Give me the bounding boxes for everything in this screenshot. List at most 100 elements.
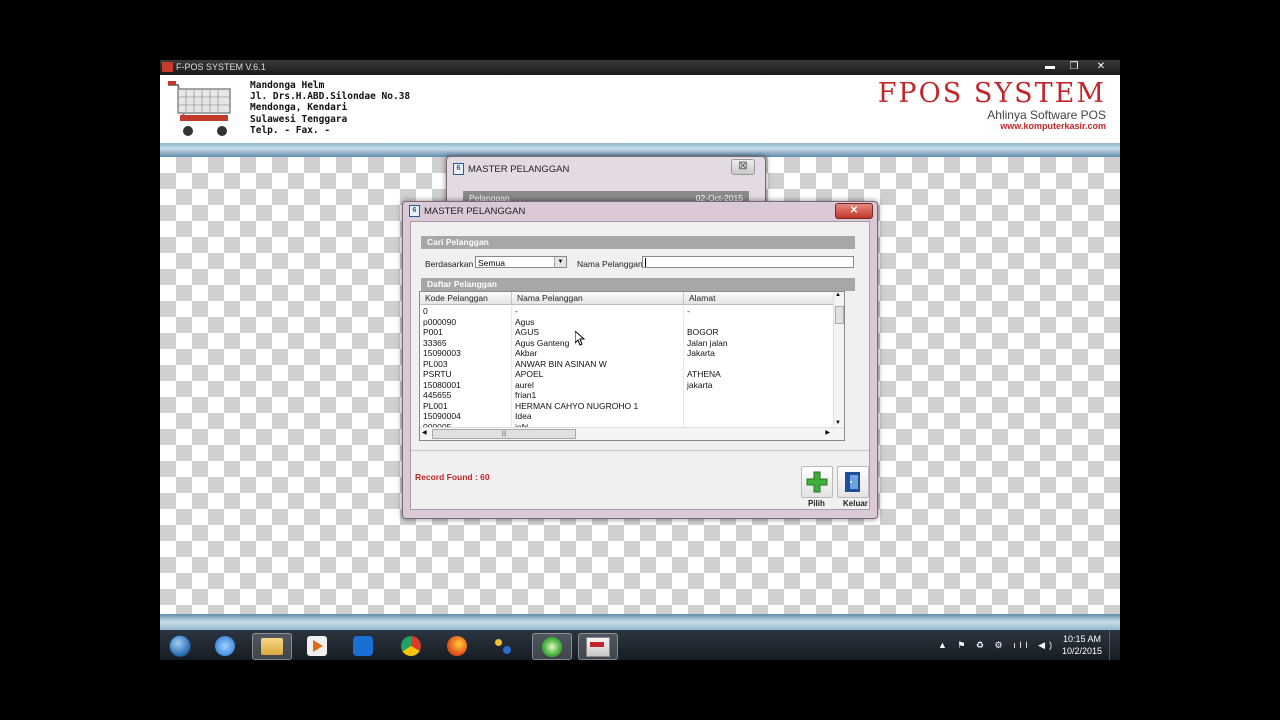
plus-icon — [806, 471, 828, 493]
maximize-button[interactable]: ❐ — [1062, 60, 1086, 73]
company-name: Mandonga Helm — [250, 80, 325, 91]
app-icon: 6 — [453, 163, 464, 175]
cell-name: Agus — [512, 316, 684, 327]
cell-name: Idea — [512, 411, 684, 422]
header-stripe — [160, 143, 1120, 157]
chrome-icon — [401, 635, 421, 656]
start-button[interactable] — [160, 633, 200, 658]
table-row[interactable]: PL001 HERMAN CAHYO NUGROHO 1 — [420, 400, 834, 411]
pick-label: Pilih — [808, 499, 825, 508]
scroll-right-icon[interactable]: ▶ — [825, 429, 830, 436]
horizontal-scrollbar[interactable]: ◀ ||| ▶ — [420, 427, 844, 440]
name-search-input[interactable] — [642, 256, 854, 268]
taskbar-fpos-button[interactable] — [578, 633, 618, 660]
exit-button[interactable] — [837, 466, 869, 498]
column-header-address[interactable]: Alamat — [684, 292, 834, 304]
table-row[interactable]: 15090003 Akbar Jakarta — [420, 348, 834, 359]
taskbar-explorer-button[interactable] — [252, 633, 292, 660]
by-label: Berdasarkan — [425, 259, 474, 269]
table-row[interactable]: 445655 frian1 — [420, 390, 834, 401]
back-dialog-title: MASTER PELANGGAN — [468, 163, 570, 175]
cell-code: 0 — [420, 306, 512, 317]
cell-code: p000090 — [420, 316, 512, 327]
table-row[interactable]: 33365 Agus Ganteng Jalan jalan — [420, 337, 834, 348]
back-dialog-close-button[interactable]: ☒ — [731, 159, 755, 175]
taskbar-green-app-button[interactable] — [532, 633, 572, 660]
brand-block: FPOS SYSTEM Ahlinya Software POS www.kom… — [877, 78, 1106, 132]
pick-button[interactable] — [801, 466, 833, 498]
teamviewer-icon — [353, 635, 373, 656]
search-section-header: Cari Pelanggan — [421, 236, 855, 249]
brand-url: www.komputerkasir.com — [1000, 121, 1106, 131]
exit-label: Keluar — [843, 499, 868, 508]
company-province: Sulawesi Tenggara — [250, 113, 348, 125]
close-button[interactable]: ✕ — [1088, 60, 1114, 73]
minimize-button[interactable]: ▬ — [1038, 60, 1062, 73]
cell-address — [684, 316, 834, 327]
dialog-title-bar: 6 MASTER PELANGGAN — [409, 205, 525, 217]
table-row[interactable]: 0-- — [420, 306, 834, 317]
chevron-down-icon[interactable]: ▼ — [554, 257, 566, 267]
cell-address: BOGOR — [684, 327, 834, 338]
taskbar-chrome-button[interactable] — [392, 633, 430, 658]
cell-code: 15090003 — [420, 348, 512, 359]
fpos-app-icon — [586, 636, 610, 657]
cell-name: AGUS — [512, 327, 684, 338]
cell-name: HERMAN CAHYO NUGROHO 1 — [512, 400, 684, 411]
list-section-header: Daftar Pelanggan — [421, 278, 855, 291]
clock-date: 10/2/2015 — [1061, 646, 1102, 656]
dialog-title: MASTER PELANGGAN — [424, 205, 526, 217]
shopping-cart-logo-icon — [168, 81, 231, 136]
cell-code: PL003 — [420, 358, 512, 369]
brand-name: FPOS SYSTEM — [877, 78, 1106, 109]
system-tray-icons[interactable]: ▲ ⚑ ♻ ⚙ ıll ◀) — [938, 640, 1056, 651]
table-row[interactable]: P001 AGUS BOGOR — [420, 327, 834, 338]
column-header-code[interactable]: Kode Pelanggan — [420, 292, 512, 304]
table-row[interactable]: p000090 Agus — [420, 316, 834, 327]
taskbar-teamviewer-button[interactable] — [344, 633, 382, 658]
column-header-name[interactable]: Nama Pelanggan — [512, 292, 684, 304]
customer-table[interactable]: Kode Pelanggan Nama Pelanggan Alamat 0--… — [419, 291, 845, 441]
cell-code: 33365 — [420, 337, 512, 348]
master-pelanggan-dialog[interactable]: 6 MASTER PELANGGAN ✕ Cari Pelanggan Berd… — [402, 201, 878, 519]
cell-code: 445655 — [420, 390, 512, 401]
taskbar-app-button[interactable] — [484, 633, 522, 658]
horizontal-scroll-thumb[interactable]: ||| — [432, 429, 576, 439]
cell-code: 15090004 — [420, 411, 512, 422]
scroll-left-icon[interactable]: ◀ — [422, 429, 427, 436]
green-app-icon — [542, 636, 562, 657]
vertical-scroll-thumb[interactable] — [835, 306, 844, 324]
cell-name: aurel — [512, 379, 684, 390]
dialog-close-button[interactable]: ✕ — [835, 203, 873, 219]
app-logo-icon — [162, 62, 173, 72]
media-player-icon — [307, 635, 327, 656]
cell-code: P001 — [420, 327, 512, 338]
table-row[interactable]: PL003 ANWAR BIN ASINAN W — [420, 358, 834, 369]
app-icon: 6 — [409, 205, 420, 217]
table-row[interactable]: PSRTU APOEL ATHENA — [420, 369, 834, 380]
vertical-scrollbar[interactable]: ▲ ▼ — [833, 292, 844, 426]
dialog-body: Cari Pelanggan Berdasarkan Semua ▼ Nama … — [410, 221, 870, 510]
record-found-text: Record Found : 60 — [415, 472, 490, 482]
clock[interactable]: 10:15 AM 10/2/2015 — [1062, 633, 1102, 657]
desktop-screen: F-POS SYSTEM V.6.1 ▬ ❐ ✕ Mandonga Helm J… — [160, 60, 1120, 660]
taskbar-firefox-button[interactable] — [438, 633, 476, 658]
table-row[interactable]: 15080001 aurel jakarta — [420, 379, 834, 390]
company-phone: Telp. - Fax. - — [250, 124, 331, 136]
taskbar-ie-button[interactable] — [206, 633, 244, 658]
cell-name: Akbar — [512, 348, 684, 359]
cell-address — [684, 400, 834, 411]
start-orb-icon — [169, 634, 191, 657]
cell-name: - — [512, 306, 684, 317]
table-header: Kode Pelanggan Nama Pelanggan Alamat — [420, 292, 834, 305]
firefox-icon — [447, 635, 467, 656]
scroll-down-icon[interactable]: ▼ — [835, 420, 841, 426]
show-desktop-button[interactable] — [1109, 630, 1120, 660]
taskbar-media-button[interactable] — [298, 633, 336, 658]
cell-address — [684, 358, 834, 369]
cell-name: Agus Ganteng — [512, 337, 684, 348]
by-select[interactable]: Semua ▼ — [475, 256, 567, 268]
table-row[interactable]: 15090004 Idea — [420, 411, 834, 422]
app-header: Mandonga Helm Jl. Drs.H.ABD.Silondae No.… — [160, 75, 1120, 143]
scroll-up-icon[interactable]: ▲ — [835, 292, 841, 298]
